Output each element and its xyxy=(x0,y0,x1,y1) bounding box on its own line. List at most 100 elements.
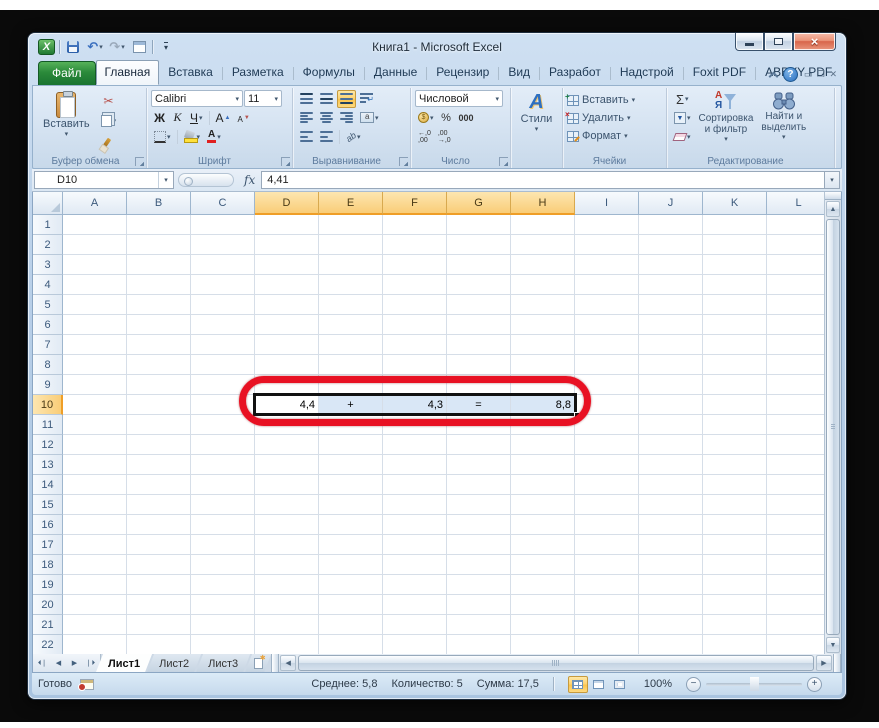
cell-J4[interactable] xyxy=(639,275,703,295)
cell-B12[interactable] xyxy=(127,435,191,455)
cell-H18[interactable] xyxy=(511,555,575,575)
cell-A16[interactable] xyxy=(63,515,127,535)
cell-D14[interactable] xyxy=(255,475,319,495)
cell-H14[interactable] xyxy=(511,475,575,495)
cell-G11[interactable] xyxy=(447,415,511,435)
cell-D22[interactable] xyxy=(255,635,319,654)
cell-H2[interactable] xyxy=(511,235,575,255)
cell-F4[interactable] xyxy=(383,275,447,295)
cell-A5[interactable] xyxy=(63,295,127,315)
cell-F7[interactable] xyxy=(383,335,447,355)
cell-H9[interactable] xyxy=(511,375,575,395)
vertical-scroll-thumb[interactable] xyxy=(826,219,840,635)
cell-H12[interactable] xyxy=(511,435,575,455)
column-header-A[interactable]: A xyxy=(63,192,127,215)
font-name-dropdown-icon[interactable]: ▾ xyxy=(235,95,239,103)
cell-A18[interactable] xyxy=(63,555,127,575)
name-box-dropdown[interactable]: ▾ xyxy=(158,172,173,188)
cell-K8[interactable] xyxy=(703,355,767,375)
cell-E8[interactable] xyxy=(319,355,383,375)
column-header-J[interactable]: J xyxy=(639,192,703,215)
zoom-out-button[interactable]: − xyxy=(686,677,701,692)
cell-D6[interactable] xyxy=(255,315,319,335)
cell-I6[interactable] xyxy=(575,315,639,335)
cell-D1[interactable] xyxy=(255,215,319,235)
cell-K20[interactable] xyxy=(703,595,767,615)
tab-razrabotchik[interactable]: Разработ xyxy=(540,60,610,85)
cell-C12[interactable] xyxy=(191,435,255,455)
cell-J16[interactable] xyxy=(639,515,703,535)
insert-function-button[interactable]: fx xyxy=(238,173,261,187)
cell-G8[interactable] xyxy=(447,355,511,375)
tab-file[interactable]: Файл xyxy=(38,61,96,85)
cell-G14[interactable] xyxy=(447,475,511,495)
cell-C10[interactable] xyxy=(191,395,255,415)
help-icon[interactable]: ? xyxy=(783,67,798,82)
cell-K21[interactable] xyxy=(703,615,767,635)
cell-L6[interactable] xyxy=(767,315,824,335)
cell-F11[interactable] xyxy=(383,415,447,435)
next-sheet-button[interactable]: ▶ xyxy=(67,656,82,670)
cell-J1[interactable] xyxy=(639,215,703,235)
tab-razmetka[interactable]: Разметка xyxy=(223,60,293,85)
cell-K7[interactable] xyxy=(703,335,767,355)
italic-button[interactable]: К xyxy=(169,109,186,127)
borders-button[interactable]: ▾ xyxy=(151,128,174,146)
styles-button[interactable]: А Стили ▾ xyxy=(515,89,558,135)
cell-A11[interactable] xyxy=(63,415,127,435)
cell-B15[interactable] xyxy=(127,495,191,515)
cell-G2[interactable] xyxy=(447,235,511,255)
cell-H1[interactable] xyxy=(511,215,575,235)
cell-B7[interactable] xyxy=(127,335,191,355)
cell-J22[interactable] xyxy=(639,635,703,654)
cell-A13[interactable] xyxy=(63,455,127,475)
horizontal-scroll-thumb[interactable] xyxy=(298,655,814,671)
cell-H21[interactable] xyxy=(511,615,575,635)
cell-D3[interactable] xyxy=(255,255,319,275)
save-button[interactable] xyxy=(64,38,82,56)
cell-E7[interactable] xyxy=(319,335,383,355)
cell-B1[interactable] xyxy=(127,215,191,235)
cell-B3[interactable] xyxy=(127,255,191,275)
cell-B6[interactable] xyxy=(127,315,191,335)
cell-D5[interactable] xyxy=(255,295,319,315)
cell-D19[interactable] xyxy=(255,575,319,595)
column-header-G[interactable]: G xyxy=(447,192,511,215)
cell-H19[interactable] xyxy=(511,575,575,595)
cell-F21[interactable] xyxy=(383,615,447,635)
cell-L15[interactable] xyxy=(767,495,824,515)
cell-F14[interactable] xyxy=(383,475,447,495)
cell-K3[interactable] xyxy=(703,255,767,275)
cell-H6[interactable] xyxy=(511,315,575,335)
cell-E9[interactable] xyxy=(319,375,383,395)
fill-color-button[interactable]: ▾ xyxy=(181,128,204,146)
cell-D20[interactable] xyxy=(255,595,319,615)
cell-B10[interactable] xyxy=(127,395,191,415)
underline-button[interactable]: Ч▾ xyxy=(187,109,206,127)
cell-F22[interactable] xyxy=(383,635,447,654)
cell-B2[interactable] xyxy=(127,235,191,255)
cell-C11[interactable] xyxy=(191,415,255,435)
number-format-select[interactable]: Числовой ▾ xyxy=(415,90,503,107)
horizontal-scrollbar[interactable]: ◀ ▶ xyxy=(279,654,833,672)
minimize-button[interactable] xyxy=(735,33,764,51)
row-header-20[interactable]: 20 xyxy=(33,595,63,615)
cell-A12[interactable] xyxy=(63,435,127,455)
sheet-tab-list2[interactable]: Лист2 xyxy=(147,654,201,672)
last-sheet-button[interactable]: ❘⏵ xyxy=(83,656,98,670)
cell-F19[interactable] xyxy=(383,575,447,595)
cell-A20[interactable] xyxy=(63,595,127,615)
row-header-9[interactable]: 9 xyxy=(33,375,63,395)
fill-button[interactable]: ▼▾ xyxy=(671,109,694,127)
cell-L14[interactable] xyxy=(767,475,824,495)
cut-button[interactable]: ✂ xyxy=(98,92,120,110)
cell-F17[interactable] xyxy=(383,535,447,555)
cell-D13[interactable] xyxy=(255,455,319,475)
increase-indent-button[interactable] xyxy=(317,128,336,146)
cell-J5[interactable] xyxy=(639,295,703,315)
row-header-3[interactable]: 3 xyxy=(33,255,63,275)
cell-A4[interactable] xyxy=(63,275,127,295)
zoom-slider-track[interactable] xyxy=(706,683,802,686)
cell-L19[interactable] xyxy=(767,575,824,595)
cell-J2[interactable] xyxy=(639,235,703,255)
